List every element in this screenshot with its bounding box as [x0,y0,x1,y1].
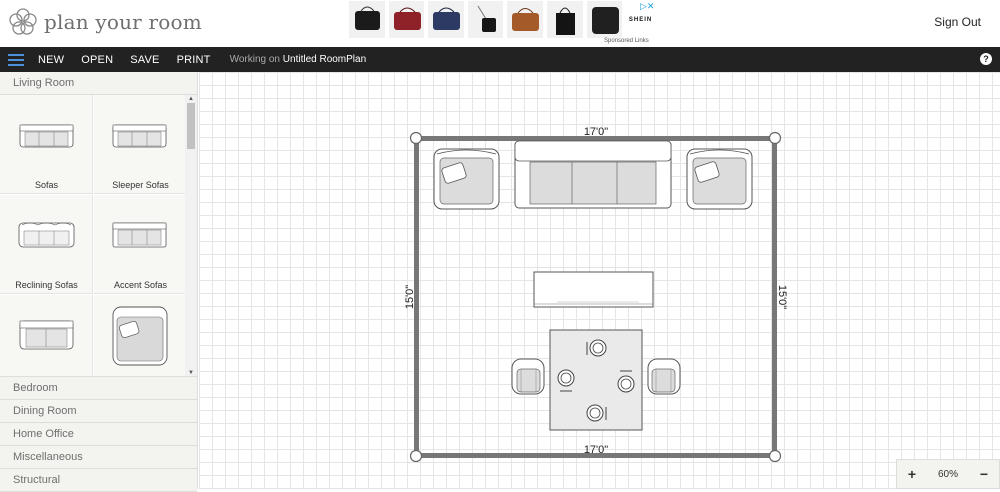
scroll-up-icon[interactable]: ▲ [188,96,194,102]
zoom-out-button[interactable]: − [977,466,991,482]
floor-plan[interactable]: 17'0" 17'0" 15'0" 15'0" [199,72,1000,489]
loveseat-icon [19,320,74,350]
room-canvas[interactable]: 17'0" 17'0" 15'0" 15'0" + 60% − [199,72,1000,489]
dining-chair-left[interactable] [511,358,545,395]
logo[interactable]: plan your room [8,6,202,38]
ad-product-brown-bag[interactable] [507,1,543,38]
accent-sofa-icon [112,222,167,248]
print-button[interactable]: PRINT [177,54,211,66]
new-button[interactable]: NEW [38,54,64,66]
ad-product-quilted-bag[interactable] [586,1,623,38]
dimension-right: 15'0" [776,285,788,309]
corner-handle-top-right[interactable] [768,131,782,145]
category-dining-room[interactable]: Dining Room [0,400,197,423]
tile-label: Accent Sofas [113,280,168,290]
flower-logo-icon [9,8,37,35]
armchair-icon [112,306,168,366]
category-miscellaneous[interactable]: Miscellaneous [0,446,197,469]
working-prefix: Working on [229,54,280,65]
tile-sofas[interactable]: Sofas [0,95,93,194]
dimension-left: 15'0" [404,285,416,309]
document-status: Working on Untitled RoomPlan [230,54,367,65]
zoom-level: 60% [937,468,958,480]
corner-handle-top-left[interactable] [409,131,423,145]
zoom-in-button[interactable]: + [905,466,919,482]
reclining-sofa-icon [18,222,75,248]
armchair-right[interactable] [686,148,753,210]
document-name: Untitled RoomPlan [282,54,367,65]
tile-armchairs[interactable] [94,295,187,376]
dining-table[interactable] [549,329,643,431]
category-bedroom[interactable]: Bedroom [0,377,197,400]
sofa-icon [19,124,74,148]
ad-product-navy-bag[interactable] [428,1,464,38]
zoom-controls: + 60% − [896,459,1000,489]
category-living-room[interactable]: Living Room [0,72,197,95]
sofa[interactable] [514,140,672,209]
tile-label: Reclining Sofas [15,280,78,290]
logo-text: plan your room [44,10,202,34]
tile-reclining-sofas[interactable]: Reclining Sofas [0,195,93,294]
hamburger-menu-icon[interactable] [8,53,24,66]
ad-product-tote-bag[interactable] [546,1,583,38]
tile-label: Sleeper Sofas [112,180,169,190]
save-button[interactable]: SAVE [130,54,159,66]
scroll-down-icon[interactable]: ▼ [188,370,194,376]
category-home-office[interactable]: Home Office [0,423,197,446]
armchair-left[interactable] [433,148,500,210]
tile-loveseats[interactable] [0,295,93,376]
tile-sleeper-sofas[interactable]: Sleeper Sofas [94,95,187,194]
app-header: plan your room SHEIN ▷✕ Sponsored Links … [0,0,1000,47]
dimension-bottom: 17'0" [584,444,608,456]
ad-sponsored-label: Sponsored Links [604,38,649,44]
ad-product-chain-bag[interactable] [467,1,504,38]
sign-out-link[interactable]: Sign Out [934,15,981,29]
tile-label: Sofas [34,180,58,190]
furniture-sidebar: Living Room Sofas Sleeper Sofas Reclinin… [0,72,198,492]
ad-product-red-bag[interactable] [388,1,425,38]
ad-choices-icon[interactable]: ▷✕ [640,1,654,12]
sidebar-scrollbar[interactable]: ▲ ▼ [185,95,197,376]
scrollbar-thumb[interactable] [187,103,195,149]
corner-handle-bottom-left[interactable] [409,449,423,463]
dining-chair-right[interactable] [647,358,681,395]
dimension-top: 17'0" [584,126,608,138]
open-button[interactable]: OPEN [81,54,113,66]
sleeper-sofa-icon [112,124,167,148]
help-icon[interactable]: ? [980,53,992,65]
tile-accent-sofas[interactable]: Accent Sofas [94,195,187,294]
main-toolbar: NEW OPEN SAVE PRINT Working on Untitled … [0,47,1000,72]
corner-handle-bottom-right[interactable] [768,449,782,463]
ad-product-black-bag[interactable] [349,1,385,38]
coffee-table[interactable] [533,271,654,308]
furniture-grid: Sofas Sleeper Sofas Reclining Sofas Acce… [0,95,197,377]
